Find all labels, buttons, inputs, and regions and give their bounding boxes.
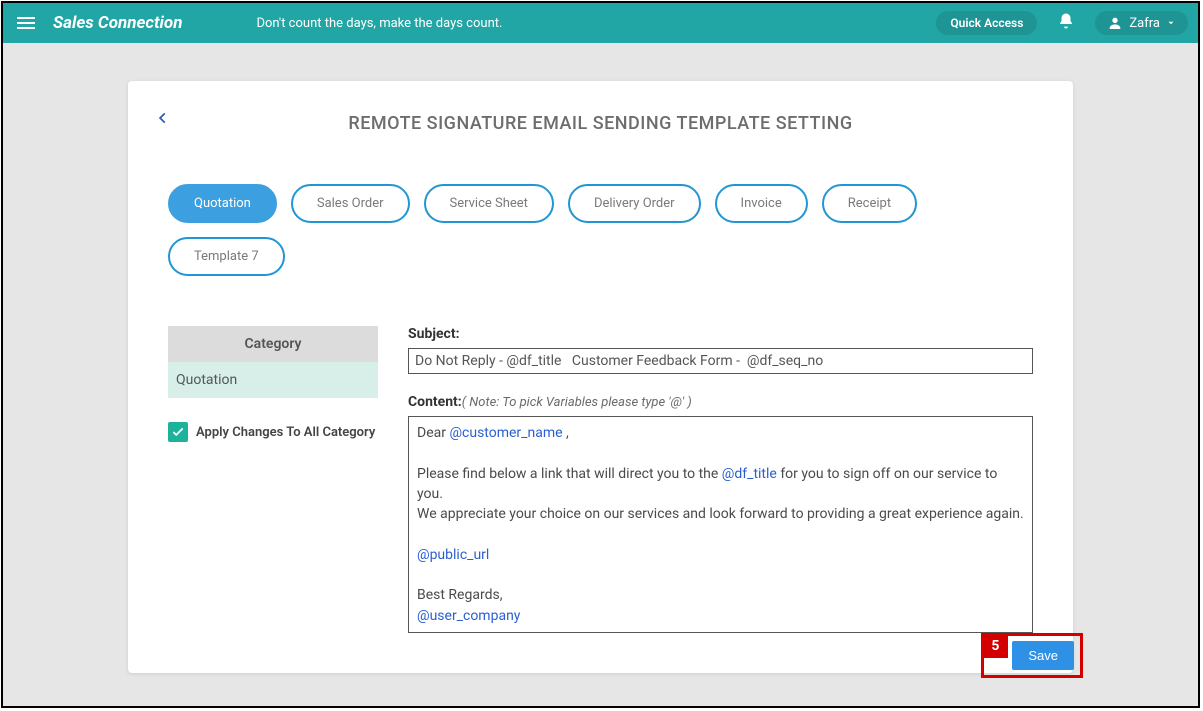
user-icon — [1107, 15, 1123, 31]
user-name-label: Zafra — [1129, 16, 1160, 31]
tab-delivery-order[interactable]: Delivery Order — [568, 184, 701, 223]
category-item[interactable]: Quotation — [168, 362, 378, 398]
tab-template-7[interactable]: Template 7 — [168, 237, 285, 276]
menu-icon[interactable] — [13, 13, 39, 33]
chevron-down-icon — [1166, 18, 1176, 28]
tab-sales-order[interactable]: Sales Order — [291, 184, 410, 223]
save-button[interactable]: Save — [1012, 641, 1074, 670]
content-editor[interactable]: Dear @customer_name , Please find below … — [408, 416, 1033, 633]
category-header: Category — [168, 326, 378, 362]
template-tabs: Quotation Sales Order Service Sheet Deli… — [168, 184, 1033, 276]
chevron-left-icon — [156, 111, 170, 125]
apply-all-label: Apply Changes To All Category — [196, 425, 375, 440]
tab-service-sheet[interactable]: Service Sheet — [424, 184, 554, 223]
tab-receipt[interactable]: Receipt — [822, 184, 917, 223]
brand-name: Sales Connection — [53, 13, 182, 33]
page-title: REMOTE SIGNATURE EMAIL SENDING TEMPLATE … — [168, 113, 1033, 134]
tab-invoice[interactable]: Invoice — [715, 184, 808, 223]
content-note: ( Note: To pick Variables please type '@… — [462, 395, 692, 410]
back-button[interactable] — [156, 109, 170, 130]
apply-all-checkbox[interactable] — [168, 422, 188, 442]
subject-input[interactable] — [408, 348, 1033, 374]
quick-access-button[interactable]: Quick Access — [936, 11, 1037, 35]
check-icon — [171, 425, 185, 439]
annotation-number: 5 — [982, 634, 1008, 658]
top-bar: Sales Connection Don't count the days, m… — [3, 3, 1198, 43]
subject-label: Subject: — [408, 326, 1033, 342]
tagline-text: Don't count the days, make the days coun… — [256, 16, 502, 31]
notification-bell-icon[interactable] — [1051, 12, 1081, 34]
tab-quotation[interactable]: Quotation — [168, 184, 277, 223]
settings-card: REMOTE SIGNATURE EMAIL SENDING TEMPLATE … — [128, 81, 1073, 673]
user-menu[interactable]: Zafra — [1095, 11, 1188, 35]
content-label: Content:( Note: To pick Variables please… — [408, 394, 1033, 410]
save-annotation-box: 5 Save — [981, 633, 1083, 678]
